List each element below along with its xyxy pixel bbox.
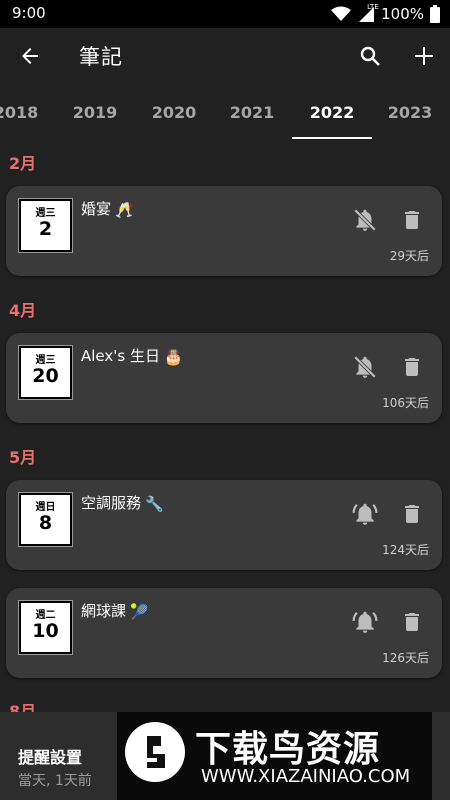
battery-icon	[430, 5, 440, 23]
date-badge: 週三 20	[18, 345, 73, 400]
birthday-cake-icon: 🎂	[163, 347, 183, 366]
month-header: 5月	[9, 448, 37, 467]
day-number: 2	[38, 218, 53, 240]
event-card[interactable]: 週二 10 網球課 🎾 126天后	[6, 588, 442, 678]
bell-off-icon[interactable]	[352, 207, 378, 233]
watermark-brand: 下载鸟资源	[195, 729, 381, 770]
event-card[interactable]: 週日 8 空調服務 🔧 124天后	[6, 480, 442, 570]
app-bar: 筆記	[0, 28, 450, 84]
date-badge: 週三 2	[18, 198, 73, 253]
watermark: 下载鸟资源 WWW.XIAZAINIAO.COM	[117, 712, 432, 800]
alarm-bell-icon[interactable]	[352, 501, 378, 527]
event-title-row: Alex's 生日 🎂	[81, 345, 183, 366]
date-badge: 週日 8	[18, 492, 73, 547]
date-badge: 週二 10	[18, 600, 73, 655]
back-arrow-icon[interactable]	[18, 44, 42, 68]
watermark-logo	[125, 722, 185, 782]
year-tabs: 2018 2019 2020 2021 2022 2023	[0, 84, 450, 140]
reminder-settings-title: 提醒設置	[18, 748, 83, 767]
days-until: 124天后	[382, 543, 429, 557]
day-number: 20	[32, 365, 59, 387]
event-title-row: 網球課 🎾	[81, 600, 149, 621]
event-title: 網球課	[81, 602, 127, 620]
event-title: 空調服務	[81, 494, 142, 512]
month-header: 2月	[9, 154, 37, 173]
page-title: 筆記	[79, 45, 123, 69]
add-icon[interactable]	[412, 44, 436, 68]
status-time: 9:00	[12, 4, 46, 22]
delete-icon[interactable]	[400, 208, 424, 232]
signal-icon: LTE	[357, 3, 379, 23]
wrench-icon: 🔧	[145, 494, 164, 513]
days-until: 106天后	[382, 396, 429, 410]
active-tab-indicator	[292, 137, 372, 139]
event-title: 婚宴	[81, 200, 112, 218]
bell-off-icon[interactable]	[352, 354, 378, 380]
watermark-url: WWW.XIAZAINIAO.COM	[201, 766, 411, 787]
event-card[interactable]: 週三 2 婚宴 🥂 29天后	[6, 186, 442, 276]
tab-2018[interactable]: 2018	[0, 84, 56, 140]
days-until: 126天后	[382, 651, 429, 665]
reminder-settings-value: 當天, 1天前	[18, 773, 92, 789]
event-title-row: 空調服務 🔧	[81, 492, 164, 513]
month-header: 4月	[9, 301, 37, 320]
tab-2022[interactable]: 2022	[292, 84, 372, 140]
alarm-bell-icon[interactable]	[352, 609, 378, 635]
champagne-icon: 🥂	[115, 200, 134, 219]
tab-2020[interactable]: 2020	[134, 84, 214, 140]
event-title: Alex's 生日	[81, 347, 160, 365]
status-bar: 9:00 LTE 100%	[0, 0, 450, 28]
tab-2023[interactable]: 2023	[370, 84, 450, 140]
battery-percent: 100%	[381, 5, 424, 23]
delete-icon[interactable]	[400, 610, 424, 634]
days-until: 29天后	[389, 249, 429, 263]
event-card[interactable]: 週三 20 Alex's 生日 🎂 106天后	[6, 333, 442, 423]
delete-icon[interactable]	[400, 355, 424, 379]
status-icons: LTE 100%	[331, 3, 440, 25]
tab-2021[interactable]: 2021	[212, 84, 292, 140]
delete-icon[interactable]	[400, 502, 424, 526]
network-type-label: LTE	[367, 3, 379, 11]
event-title-row: 婚宴 🥂	[81, 198, 134, 219]
day-number: 10	[32, 620, 59, 642]
search-icon[interactable]	[358, 44, 382, 68]
day-number: 8	[38, 512, 53, 534]
tab-2019[interactable]: 2019	[55, 84, 135, 140]
wifi-icon	[331, 6, 352, 21]
tennis-icon: 🎾	[130, 602, 149, 621]
